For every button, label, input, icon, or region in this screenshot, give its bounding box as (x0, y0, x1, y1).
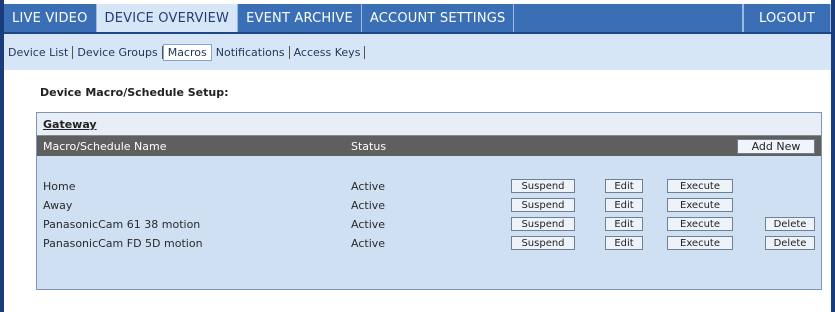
tab-device-overview[interactable]: DEVICE OVERVIEW (96, 4, 239, 32)
nav-spacer (514, 4, 743, 32)
suspend-button[interactable]: Suspend (511, 217, 575, 231)
add-new-button[interactable]: Add New (737, 139, 815, 154)
macro-status: Active (351, 199, 386, 212)
macro-panel: Gateway Macro/Schedule Name Status Add N… (36, 112, 822, 290)
tab-event-archive[interactable]: EVENT ARCHIVE (238, 4, 362, 32)
macro-status: Active (351, 237, 386, 250)
delete-button[interactable]: Delete (765, 236, 815, 250)
sub-nav: Device List Device Groups Macros Notific… (4, 34, 831, 70)
edit-button[interactable]: Edit (605, 179, 643, 193)
subnav-device-groups[interactable]: Device Groups (73, 45, 163, 59)
macro-status: Active (351, 218, 386, 231)
col-header-status: Status (351, 140, 387, 153)
macro-name: PanasonicCam 61 38 motion (43, 218, 201, 231)
table-row: PanasonicCam 61 38 motion Active Suspend… (37, 215, 821, 234)
macro-name: Home (43, 180, 76, 193)
gateway-link[interactable]: Gateway (43, 118, 97, 131)
subnav-access-keys[interactable]: Access Keys (290, 45, 366, 59)
table-header: Macro/Schedule Name Status Add New (37, 136, 821, 156)
suspend-button[interactable]: Suspend (511, 198, 575, 212)
edit-button[interactable]: Edit (605, 236, 643, 250)
edit-button[interactable]: Edit (605, 217, 643, 231)
subnav-macros[interactable]: Macros (162, 43, 212, 61)
logout-button[interactable]: LOGOUT (743, 4, 831, 32)
suspend-button[interactable]: Suspend (511, 236, 575, 250)
execute-button[interactable]: Execute (667, 236, 733, 250)
page-title: Device Macro/Schedule Setup: (40, 86, 229, 99)
table-row: Away Active Suspend Edit Execute (37, 196, 821, 215)
table-row: Home Active Suspend Edit Execute (37, 177, 821, 196)
execute-button[interactable]: Execute (667, 179, 733, 193)
edit-button[interactable]: Edit (605, 198, 643, 212)
col-header-name: Macro/Schedule Name (43, 140, 167, 153)
execute-button[interactable]: Execute (667, 217, 733, 231)
execute-button[interactable]: Execute (667, 198, 733, 212)
macro-status: Active (351, 180, 386, 193)
tab-account-settings[interactable]: ACCOUNT SETTINGS (362, 4, 515, 32)
subnav-device-list[interactable]: Device List (4, 45, 74, 59)
macro-name: Away (43, 199, 73, 212)
delete-button[interactable]: Delete (765, 217, 815, 231)
suspend-button[interactable]: Suspend (511, 179, 575, 193)
gateway-header: Gateway (37, 113, 821, 136)
table-row: PanasonicCam FD 5D motion Active Suspend… (37, 234, 821, 253)
top-nav: LIVE VIDEO DEVICE OVERVIEW EVENT ARCHIVE… (4, 4, 831, 34)
subnav-notifications[interactable]: Notifications (212, 45, 290, 59)
tab-live-video[interactable]: LIVE VIDEO (4, 4, 97, 32)
macro-name: PanasonicCam FD 5D motion (43, 237, 203, 250)
